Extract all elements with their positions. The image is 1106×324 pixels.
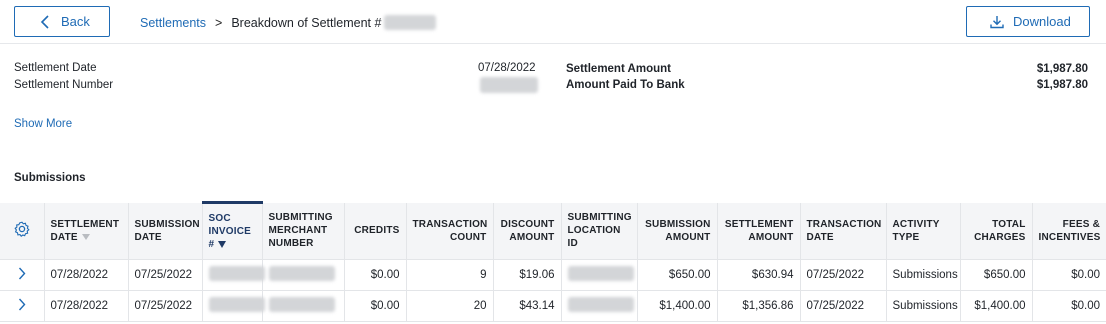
column-activity-type[interactable]: Activity Type bbox=[886, 202, 961, 260]
cell-settlement-amount: $1,356.86 bbox=[717, 290, 801, 322]
settlement-date-value: 07/28/2022 bbox=[478, 62, 536, 74]
expand-row-button[interactable] bbox=[0, 290, 45, 322]
cell-transaction-date: 07/25/2022 bbox=[800, 290, 887, 322]
download-icon bbox=[990, 16, 1004, 29]
column-transaction-count[interactable]: Transaction Count bbox=[406, 202, 494, 260]
gear-icon bbox=[14, 221, 30, 237]
settlement-amount-label: Settlement Amount bbox=[566, 63, 671, 75]
cell-transaction-date: 07/25/2022 bbox=[800, 259, 887, 291]
column-label: Total Charges bbox=[974, 218, 1026, 243]
cell-submitting-location-id bbox=[561, 259, 638, 291]
cell-submitting-location-id bbox=[561, 290, 638, 322]
cell-total-charges: $1,400.00 bbox=[960, 290, 1033, 322]
top-bar: Back Settlements > Breakdown of Settleme… bbox=[0, 0, 1106, 44]
column-label: Activity Type bbox=[892, 218, 940, 243]
redacted-value bbox=[268, 297, 335, 312]
cell-submission-amount: $1,400.00 bbox=[637, 290, 718, 322]
chevron-left-icon bbox=[40, 15, 49, 29]
column-fees-incentives[interactable]: Fees & Incentives bbox=[1032, 202, 1106, 260]
back-button[interactable]: Back bbox=[14, 6, 110, 37]
cell-total-charges: $650.00 bbox=[960, 259, 1033, 291]
column-label: Credits bbox=[354, 225, 400, 237]
table-row[interactable]: 07/28/2022 07/25/2022 $0.00 9 $19.06 $65… bbox=[0, 259, 1106, 291]
column-settlement-amount[interactable]: Settlement Amount bbox=[717, 202, 801, 260]
column-submitting-location-id[interactable]: Submitting Location ID bbox=[561, 202, 638, 260]
redacted-value bbox=[567, 297, 634, 312]
sort-caret-icon bbox=[218, 240, 227, 248]
column-discount-amount[interactable]: Discount Amount bbox=[493, 202, 562, 260]
redacted-value bbox=[208, 266, 265, 281]
cell-submitting-merchant-number bbox=[262, 290, 345, 322]
expand-row-button[interactable] bbox=[0, 259, 45, 291]
column-label: Discount Amount bbox=[500, 218, 555, 243]
cell-credits: $0.00 bbox=[344, 290, 407, 322]
settlement-breakdown-page: Back Settlements > Breakdown of Settleme… bbox=[0, 0, 1106, 324]
settlement-number-label: Settlement Number bbox=[14, 79, 114, 91]
show-more-link[interactable]: Show More bbox=[14, 118, 72, 130]
paid-to-bank-value: $1,987.80 bbox=[1036, 79, 1088, 91]
column-label: Transaction Count bbox=[412, 218, 488, 243]
cell-activity-type: Submissions bbox=[886, 290, 961, 322]
cell-settlement-amount: $630.94 bbox=[717, 259, 801, 291]
column-credits[interactable]: Credits bbox=[344, 202, 407, 260]
column-label: SOC Invoice # bbox=[208, 213, 252, 250]
column-submission-amount[interactable]: Submission Amount bbox=[637, 202, 718, 260]
column-soc-invoice[interactable]: SOC Invoice # bbox=[202, 201, 263, 260]
column-settings-button[interactable] bbox=[0, 202, 45, 260]
cell-settlement-date: 07/28/2022 bbox=[44, 259, 129, 291]
column-settlement-date[interactable]: Settlement Date bbox=[44, 202, 129, 260]
column-label: Fees & Incentives bbox=[1038, 218, 1101, 243]
cell-fees-incentives: $0.00 bbox=[1032, 290, 1106, 322]
column-submitting-merchant-number[interactable]: Submitting Merchant Number bbox=[262, 202, 345, 260]
download-button-label: Download bbox=[1013, 14, 1071, 29]
submissions-table: Settlement Date Submission Date SOC Invo… bbox=[0, 201, 1106, 322]
chevron-right-icon bbox=[18, 298, 26, 311]
column-transaction-date[interactable]: Transaction Date bbox=[800, 202, 887, 260]
breadcrumb: Settlements > Breakdown of Settlement # bbox=[140, 15, 437, 30]
cell-discount-amount: $43.14 bbox=[493, 290, 562, 322]
column-total-charges[interactable]: Total Charges bbox=[960, 202, 1033, 260]
column-label: Submission Amount bbox=[645, 218, 711, 243]
cell-soc-invoice bbox=[202, 290, 265, 322]
cell-submission-date: 07/25/2022 bbox=[128, 259, 203, 291]
redacted-settlement-number bbox=[384, 15, 437, 30]
table-row[interactable]: 07/28/2022 07/25/2022 $0.00 20 $43.14 $1… bbox=[0, 290, 1106, 322]
redacted-value bbox=[208, 297, 265, 312]
paid-to-bank-label: Amount Paid To Bank bbox=[566, 79, 685, 91]
column-label: Submission Date bbox=[134, 218, 200, 243]
table-header-row: Settlement Date Submission Date SOC Invo… bbox=[0, 201, 1106, 260]
submissions-title: Submissions bbox=[14, 172, 86, 184]
breadcrumb-current: Breakdown of Settlement # bbox=[231, 15, 382, 30]
cell-submission-amount: $650.00 bbox=[637, 259, 718, 291]
breadcrumb-separator: > bbox=[215, 15, 223, 30]
column-label: Transaction Date bbox=[806, 218, 882, 243]
cell-settlement-date: 07/28/2022 bbox=[44, 290, 129, 322]
redacted-value bbox=[567, 266, 634, 281]
breadcrumb-settlements-link[interactable]: Settlements bbox=[140, 16, 206, 30]
cell-credits: $0.00 bbox=[344, 259, 407, 291]
column-label: Submitting Merchant Number bbox=[268, 212, 333, 250]
cell-submitting-merchant-number bbox=[262, 259, 345, 291]
redacted-settlement-number-value bbox=[480, 77, 538, 93]
column-label: Submitting Location ID bbox=[567, 212, 632, 250]
cell-discount-amount: $19.06 bbox=[493, 259, 562, 291]
sort-caret-icon bbox=[81, 234, 90, 241]
settlement-amount-value: $1,987.80 bbox=[1036, 63, 1088, 75]
cell-fees-incentives: $0.00 bbox=[1032, 259, 1106, 291]
redacted-value bbox=[268, 266, 335, 281]
download-button[interactable]: Download bbox=[966, 6, 1090, 37]
back-button-label: Back bbox=[61, 14, 90, 29]
cell-submission-date: 07/25/2022 bbox=[128, 290, 203, 322]
cell-soc-invoice bbox=[202, 259, 265, 291]
column-submission-date[interactable]: Submission Date bbox=[128, 202, 203, 260]
cell-transaction-count: 9 bbox=[406, 259, 494, 291]
column-label: Settlement Amount bbox=[724, 218, 794, 243]
chevron-right-icon bbox=[18, 267, 26, 280]
settlement-date-label: Settlement Date bbox=[14, 62, 97, 74]
cell-transaction-count: 20 bbox=[406, 290, 494, 322]
cell-activity-type: Submissions bbox=[886, 259, 961, 291]
